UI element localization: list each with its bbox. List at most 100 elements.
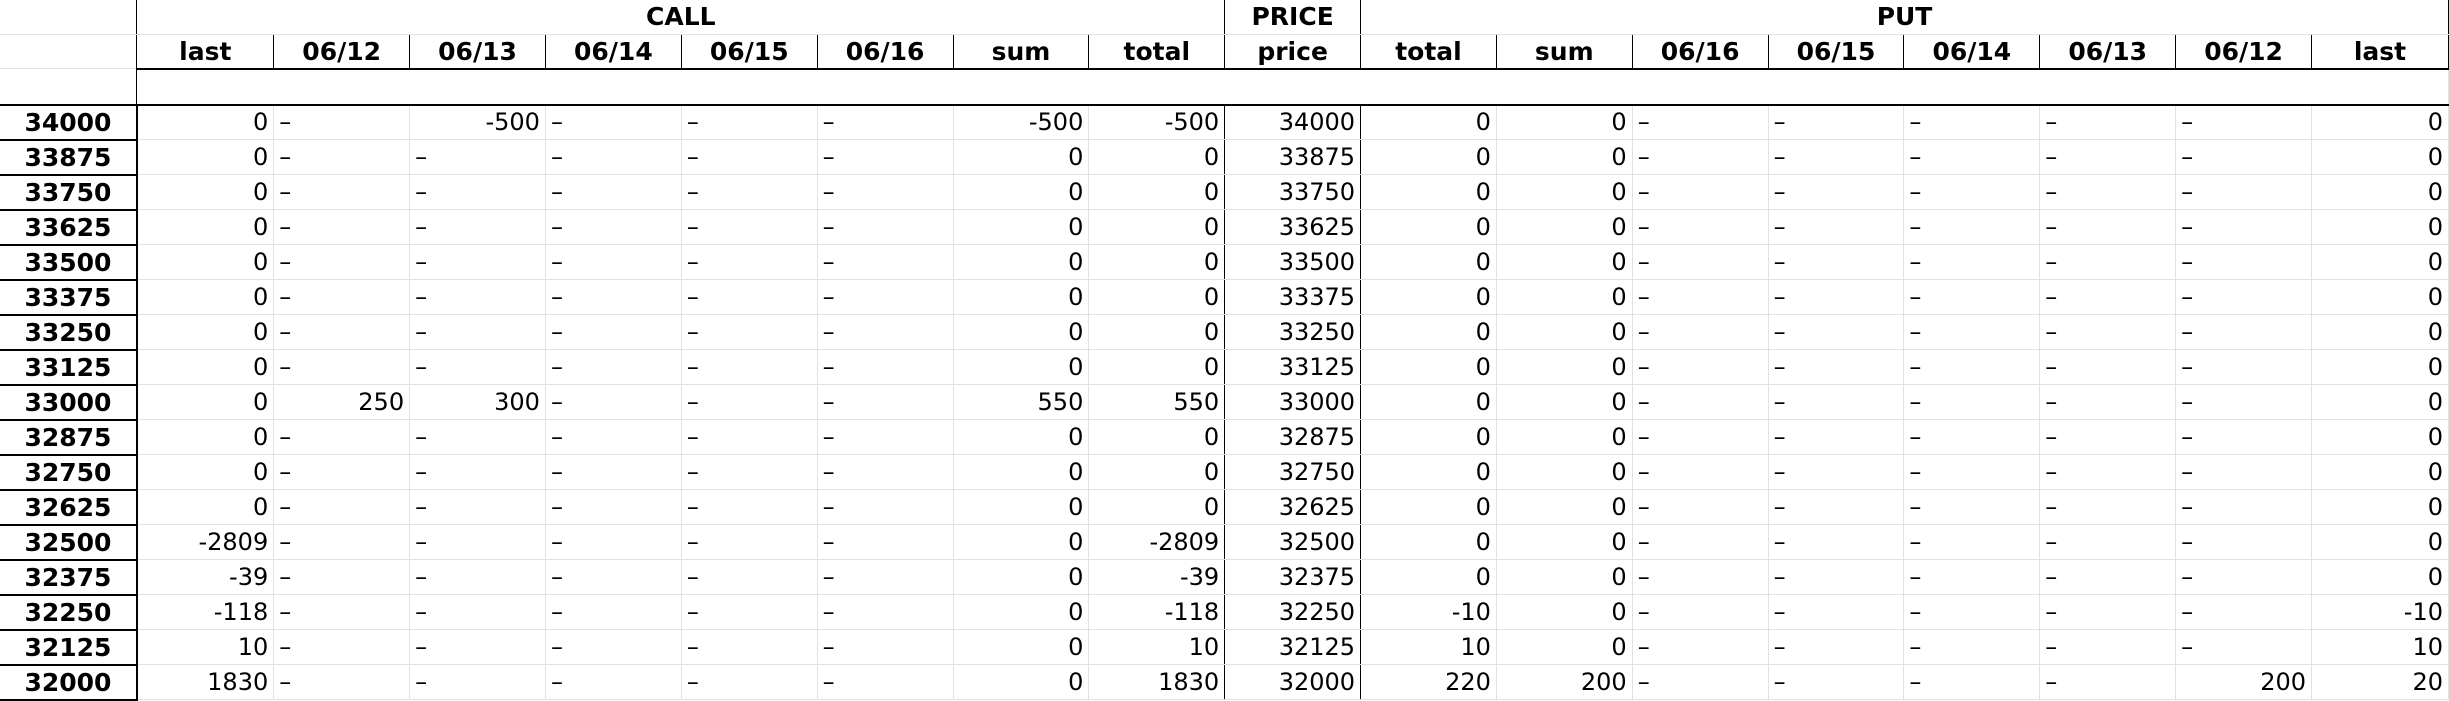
table-cell[interactable]: – [1903,279,2041,315]
table-cell[interactable]: – [409,489,546,525]
table-cell[interactable]: 33375 [1224,279,1362,315]
table-cell[interactable]: 0 [1496,524,1633,560]
table-cell[interactable]: – [817,314,954,350]
table-cell[interactable]: 0 [1088,349,1226,385]
table-cell[interactable]: – [1632,384,1769,420]
row-header-strike[interactable]: 33750 [0,174,138,211]
table-cell[interactable]: – [409,139,546,175]
table-cell[interactable]: 0 [2311,244,2449,280]
table-cell[interactable]: -2809 [1088,524,1226,560]
table-cell[interactable]: – [1768,384,1905,420]
table-cell[interactable]: – [1632,524,1769,560]
table-cell[interactable]: 0 [1496,279,1633,315]
table-cell[interactable]: 0 [1088,244,1226,280]
row-header-strike[interactable]: 34000 [0,104,138,141]
table-cell[interactable]: -500 [1088,104,1226,140]
table-cell[interactable]: – [2039,384,2177,420]
table-cell[interactable]: – [409,664,546,700]
table-cell[interactable]: – [817,454,954,490]
row-header-strike[interactable]: 32875 [0,419,138,456]
table-cell[interactable]: – [681,104,818,140]
table-cell[interactable]: – [817,419,954,455]
table-cell[interactable]: – [1903,419,2041,455]
table-cell[interactable]: -39 [1088,559,1226,595]
table-cell[interactable]: – [1768,139,1905,175]
column-header[interactable]: 06/12 [273,34,411,70]
column-header[interactable]: 06/12 [2175,34,2312,70]
table-cell[interactable]: -10 [1360,594,1497,630]
table-cell[interactable]: – [1768,419,1905,455]
table-cell[interactable]: 33625 [1224,209,1362,245]
table-cell[interactable]: 10 [136,629,275,665]
table-cell[interactable]: – [681,524,818,560]
table-cell[interactable]: 550 [1088,384,1226,420]
table-cell[interactable]: – [273,279,411,315]
table-cell[interactable]: – [1768,629,1905,665]
table-cell[interactable]: – [1768,209,1905,245]
table-cell[interactable]: 0 [1360,559,1497,595]
table-cell[interactable]: – [2039,209,2177,245]
column-header[interactable]: price [1224,34,1362,70]
table-cell[interactable]: 0 [953,594,1090,630]
table-cell[interactable]: – [2039,139,2177,175]
table-cell[interactable]: 0 [1496,489,1633,525]
table-cell[interactable]: 0 [136,314,275,350]
table-cell[interactable]: 0 [1496,349,1633,385]
table-cell[interactable]: 32000 [1224,664,1362,700]
table-cell[interactable]: 0 [136,349,275,385]
table-cell[interactable]: – [545,139,682,175]
table-cell[interactable]: – [2039,629,2177,665]
table-cell[interactable]: – [817,594,954,630]
table-cell[interactable]: – [545,279,682,315]
table-cell[interactable]: 300 [409,384,546,420]
table-cell[interactable]: – [409,559,546,595]
table-cell[interactable]: 0 [2311,384,2449,420]
table-cell[interactable]: – [545,629,682,665]
column-header[interactable]: total [1360,34,1497,70]
table-cell[interactable]: 0 [1496,244,1633,280]
table-cell[interactable]: – [1903,454,2041,490]
table-cell[interactable]: 0 [1088,174,1226,210]
table-cell[interactable]: – [409,419,546,455]
table-cell[interactable]: – [681,139,818,175]
table-cell[interactable]: – [273,629,411,665]
table-cell[interactable]: – [273,139,411,175]
table-cell[interactable]: – [1632,279,1769,315]
row-header-strike[interactable]: 33375 [0,279,138,316]
table-cell[interactable]: – [273,524,411,560]
row-header-strike[interactable]: 32125 [0,629,138,666]
table-cell[interactable]: – [2175,384,2312,420]
table-cell[interactable]: – [2039,454,2177,490]
table-cell[interactable]: – [2175,454,2312,490]
table-cell[interactable]: – [1903,174,2041,210]
table-cell[interactable]: – [1632,139,1769,175]
row-header-strike[interactable]: 32375 [0,559,138,596]
table-cell[interactable]: – [1632,209,1769,245]
table-cell[interactable]: – [2175,629,2312,665]
table-cell[interactable]: 0 [136,104,275,140]
table-cell[interactable]: – [273,349,411,385]
table-cell[interactable]: 0 [136,174,275,210]
table-cell[interactable]: – [1903,244,2041,280]
table-cell[interactable]: – [545,384,682,420]
table-cell[interactable]: – [817,349,954,385]
table-cell[interactable]: 0 [1360,104,1497,140]
table-cell[interactable]: – [1768,244,1905,280]
table-cell[interactable]: – [681,279,818,315]
table-cell[interactable]: – [273,454,411,490]
table-cell[interactable]: – [1632,489,1769,525]
table-cell[interactable]: – [2039,174,2177,210]
table-cell[interactable]: – [409,174,546,210]
table-cell[interactable]: – [2175,139,2312,175]
column-header[interactable]: 06/15 [681,34,818,70]
table-cell[interactable]: 0 [1360,454,1497,490]
table-cell[interactable]: 220 [1360,664,1497,700]
table-cell[interactable]: – [1632,244,1769,280]
table-cell[interactable]: – [2039,419,2177,455]
column-header[interactable]: last [136,34,275,70]
table-cell[interactable]: – [2039,489,2177,525]
table-cell[interactable]: – [2175,594,2312,630]
table-cell[interactable]: – [1768,104,1905,140]
table-cell[interactable]: – [1632,314,1769,350]
table-cell[interactable]: – [409,454,546,490]
